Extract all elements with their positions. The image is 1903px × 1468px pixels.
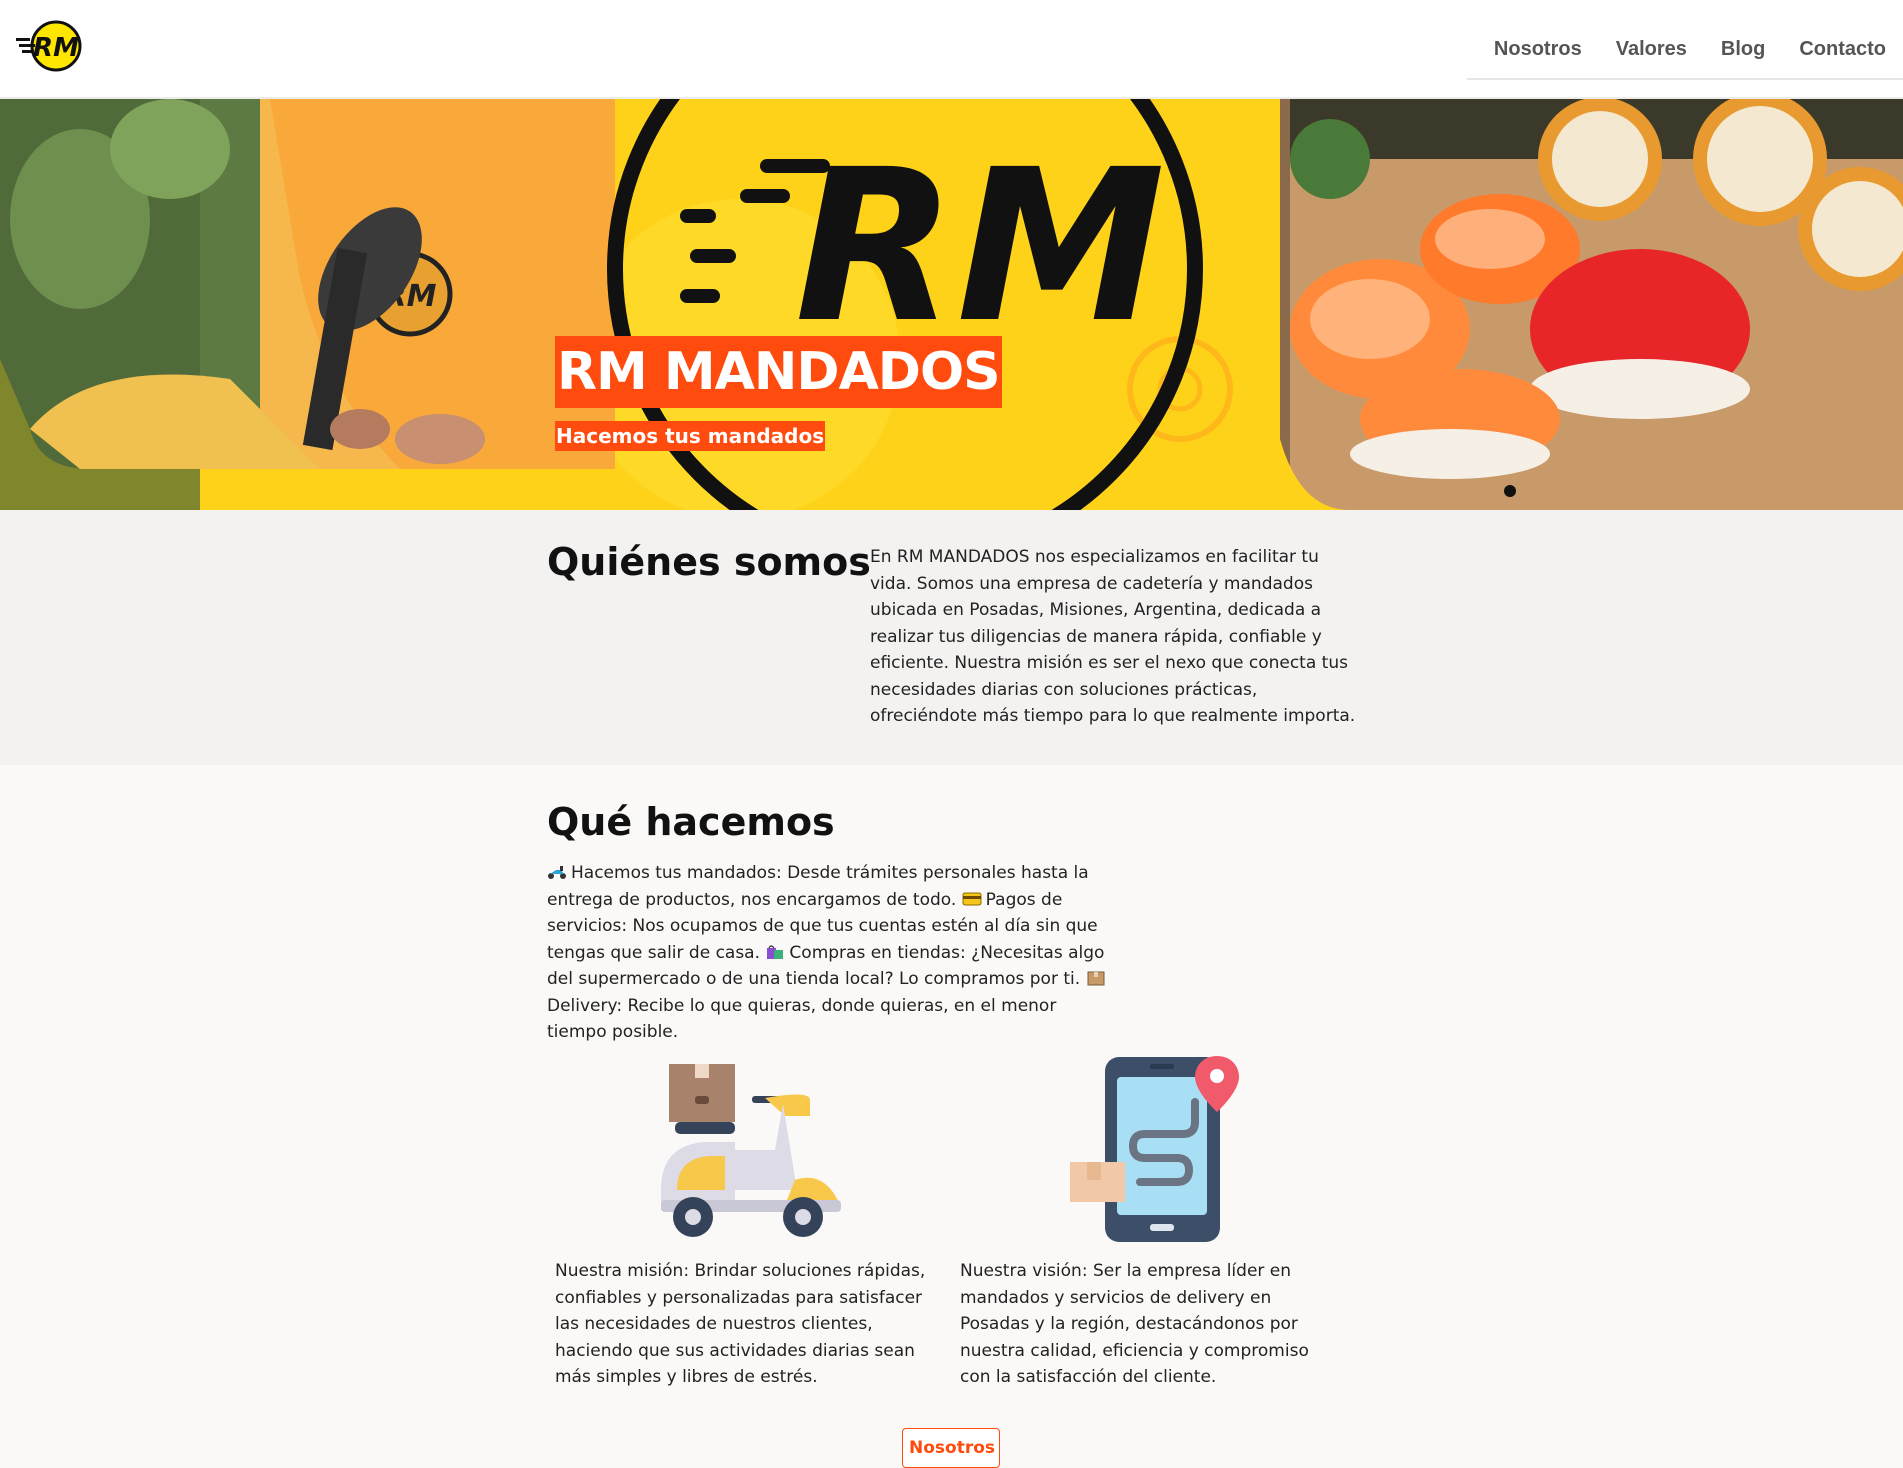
hero-image: RM RM: [0, 99, 1903, 510]
delivery-scooter-illustration: [661, 1064, 841, 1237]
hero-title: RM MANDADOS: [555, 336, 1002, 408]
phone-delivery-illustration: [1070, 1056, 1239, 1242]
nav-link-blog[interactable]: Blog: [1704, 38, 1782, 61]
svg-text:RM: RM: [795, 124, 1166, 369]
site-header: RM Nosotros Valores Blog Contacto: [0, 0, 1903, 99]
credit-card-icon: [962, 892, 982, 905]
nav-link-contacto[interactable]: Contacto: [1782, 38, 1903, 61]
about-section: Quiénes somos En RM MANDADOS nos especia…: [0, 510, 1903, 765]
services-description: Hacemos tus mandados: Desde trámites per…: [547, 860, 1112, 1046]
scooter-icon: [548, 866, 566, 879]
about-body: En RM MANDADOS nos especializamos en fac…: [870, 547, 1356, 726]
hero-subtitle: Hacemos tus mandados: [555, 421, 826, 451]
services-heading: Qué hacemos: [547, 800, 835, 844]
service-item-delivery: Delivery: Recibe lo que quieras, donde q…: [547, 995, 1057, 1043]
svg-text:RM: RM: [33, 33, 79, 63]
rm-logo[interactable]: RM: [16, 18, 84, 74]
vision-text: Nuestra visión: Ser la empresa líder en …: [960, 1261, 1309, 1387]
nav-link-nosotros[interactable]: Nosotros: [1477, 38, 1599, 61]
shopping-bags-icon: [767, 944, 784, 959]
mission-text: Nuestra misión: Brindar soluciones rápid…: [555, 1261, 926, 1387]
nav-link-valores[interactable]: Valores: [1599, 38, 1704, 61]
nosotros-button[interactable]: Nosotros: [902, 1428, 1000, 1468]
main-nav: Nosotros Valores Blog Contacto: [1466, 20, 1903, 80]
package-icon: [1087, 971, 1105, 986]
about-heading: Quiénes somos: [547, 540, 871, 584]
hero-banner: RM RM RM MANDADOS Hacemos tus mandados: [0, 99, 1903, 510]
